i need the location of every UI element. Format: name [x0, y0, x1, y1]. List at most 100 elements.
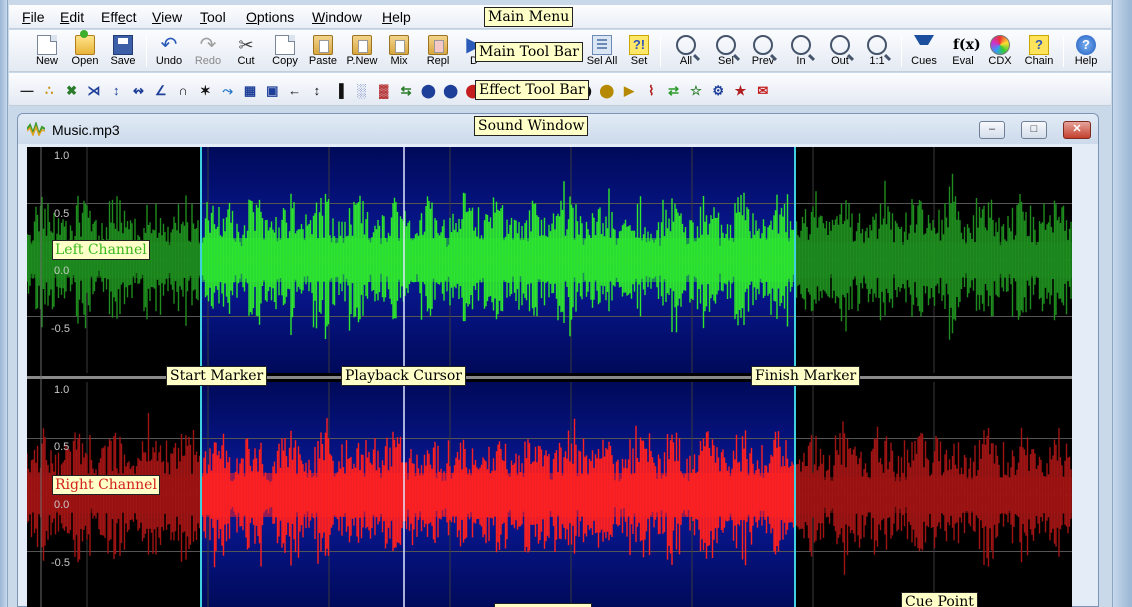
effect-tool-icon[interactable]: ⌇: [641, 80, 661, 100]
effect-tool-icon[interactable]: ▣: [262, 80, 282, 100]
right-channel-tick: 1.0: [54, 384, 70, 396]
menu-tool[interactable]: Tool: [200, 9, 226, 25]
save-disk-icon: [113, 35, 133, 55]
select-all-button[interactable]: Sel All: [582, 33, 622, 70]
callout-cue-point: Cue Point: [901, 592, 978, 607]
cues-button[interactable]: Cues: [909, 33, 939, 70]
effect-tool-icon[interactable]: ✉: [753, 80, 773, 100]
copy-icon: [275, 35, 295, 55]
effect-tool-icon[interactable]: ⬤: [418, 80, 438, 100]
effect-tool-icon[interactable]: ★: [731, 80, 751, 100]
left-channel-tick: 0.0: [54, 265, 70, 277]
effect-tool-icon[interactable]: ✖: [62, 80, 82, 100]
effect-tool-icon[interactable]: ▓: [374, 80, 394, 100]
effect-icon-row: —∴✖⋊↕↭∠∩✶⤳▦▣←↕▐░▓⇆⬤⬤⬤⬤⬤⬤⬤⬤⬤▶⌇⇄☆⚙★✉: [17, 77, 775, 103]
sound-window-title: Music.mp3: [52, 122, 120, 138]
chain-button[interactable]: ? Chain: [1022, 33, 1056, 70]
effect-tool-icon[interactable]: ↕: [106, 80, 126, 100]
cd-extract-icon: [990, 35, 1010, 55]
maximize-button[interactable]: □: [1021, 121, 1047, 139]
window-frame-left: [0, 0, 8, 607]
close-button[interactable]: ✕: [1063, 121, 1091, 139]
paste-new-button[interactable]: P.New: [344, 33, 380, 70]
effect-tool-icon[interactable]: ☆: [686, 80, 706, 100]
paste-clipboard-icon: [313, 35, 333, 55]
effect-tool-icon[interactable]: ░: [351, 80, 371, 100]
callout-playback-cursor: Playback Cursor: [341, 366, 466, 386]
new-button[interactable]: New: [33, 33, 61, 70]
effect-tool-icon[interactable]: ▦: [240, 80, 260, 100]
zoom-actual-icon: [867, 35, 887, 55]
menu-file[interactable]: File: [22, 9, 45, 25]
undo-button[interactable]: ↶ Undo: [154, 33, 184, 70]
menu-edit[interactable]: Edit: [60, 9, 84, 25]
effect-tool-icon[interactable]: ⋊: [84, 80, 104, 100]
open-button[interactable]: Open: [70, 30, 100, 70]
window-frame-right: [1112, 0, 1132, 607]
save-button[interactable]: Save: [109, 33, 137, 70]
right-channel-tick: -0.5: [51, 557, 70, 569]
left-channel-core-post: [795, 242, 1072, 278]
zoom-selection-icon: [716, 35, 736, 55]
mix-icon: [389, 35, 409, 55]
menu-window[interactable]: Window: [312, 9, 362, 25]
paste-button[interactable]: Paste: [307, 33, 339, 70]
zoom-selection-button[interactable]: Sel: [713, 33, 739, 70]
mix-button[interactable]: Mix: [386, 33, 412, 70]
set-button[interactable]: ?! Set: [626, 33, 652, 70]
zoom-out-icon: [830, 35, 850, 55]
menu-help[interactable]: Help: [382, 9, 411, 25]
effect-tool-icon[interactable]: ↭: [128, 80, 148, 100]
redo-icon: ↷: [199, 34, 217, 56]
effect-tool-icon[interactable]: —: [17, 80, 37, 100]
callout-main-toolbar: Main Tool Bar: [475, 42, 583, 62]
minimize-button[interactable]: –: [979, 121, 1005, 139]
zoom-in-button[interactable]: In: [788, 33, 814, 70]
zoom-out-button[interactable]: Out: [826, 33, 854, 70]
help-button[interactable]: ? Help: [1072, 33, 1100, 70]
effect-tool-icon[interactable]: ⇄: [664, 80, 684, 100]
function-eval-icon: f(x): [953, 37, 981, 53]
effect-tool-icon[interactable]: ✶: [195, 80, 215, 100]
zoom-all-button[interactable]: All: [673, 33, 699, 70]
effect-tool-icon[interactable]: ▐: [329, 80, 349, 100]
menu-options[interactable]: Options: [246, 9, 294, 25]
toolbar-separator: [1063, 35, 1064, 67]
undo-icon: ↶: [160, 34, 178, 56]
effect-tool-icon[interactable]: ←: [285, 80, 305, 100]
left-channel-label: Left Channel: [52, 240, 150, 260]
zoom-all-icon: [676, 35, 696, 55]
redo-button[interactable]: ↷ Redo: [193, 33, 223, 70]
copy-button[interactable]: Copy: [270, 33, 300, 70]
zoom-previous-button[interactable]: Prev: [748, 33, 778, 70]
replace-icon: [428, 35, 448, 55]
toolbar-separator: [660, 35, 661, 67]
menu-view[interactable]: View: [152, 9, 182, 25]
cut-button[interactable]: ✂ Cut: [233, 33, 259, 70]
effect-tool-icon[interactable]: ⬤: [597, 80, 617, 100]
cdx-button[interactable]: CDX: [986, 33, 1014, 70]
effect-tool-icon[interactable]: ⇆: [396, 80, 416, 100]
effect-tool-icon[interactable]: ∩: [173, 80, 193, 100]
select-all-icon: [592, 35, 612, 55]
callout-main-menu: Main Menu: [484, 7, 574, 27]
cues-icon: [914, 35, 934, 55]
scissors-icon: ✂: [238, 35, 254, 55]
eval-button[interactable]: f(x) Eval: [949, 33, 981, 70]
effect-tool-icon[interactable]: ⤳: [218, 80, 238, 100]
open-folder-icon: [75, 30, 95, 55]
effect-tool-icon[interactable]: ▶: [619, 80, 639, 100]
replace-button[interactable]: Repl: [423, 33, 453, 70]
zoom-previous-icon: [753, 35, 773, 55]
zoom-1-1-button[interactable]: 1:1: [864, 33, 890, 70]
effect-tool-icon[interactable]: ∴: [39, 80, 59, 100]
menu-effect[interactable]: Effect: [101, 9, 137, 25]
effect-tool-icon[interactable]: ↕: [307, 80, 327, 100]
effect-tool-icon[interactable]: ⬤: [441, 80, 461, 100]
right-channel-tick: 0.5: [54, 441, 70, 453]
callout-cut-off: [494, 603, 592, 607]
left-channel-tick: 1.0: [54, 150, 70, 162]
effect-tool-icon[interactable]: ⚙: [708, 80, 728, 100]
left-channel-tick: 0.5: [54, 208, 70, 220]
effect-tool-icon[interactable]: ∠: [151, 80, 171, 100]
